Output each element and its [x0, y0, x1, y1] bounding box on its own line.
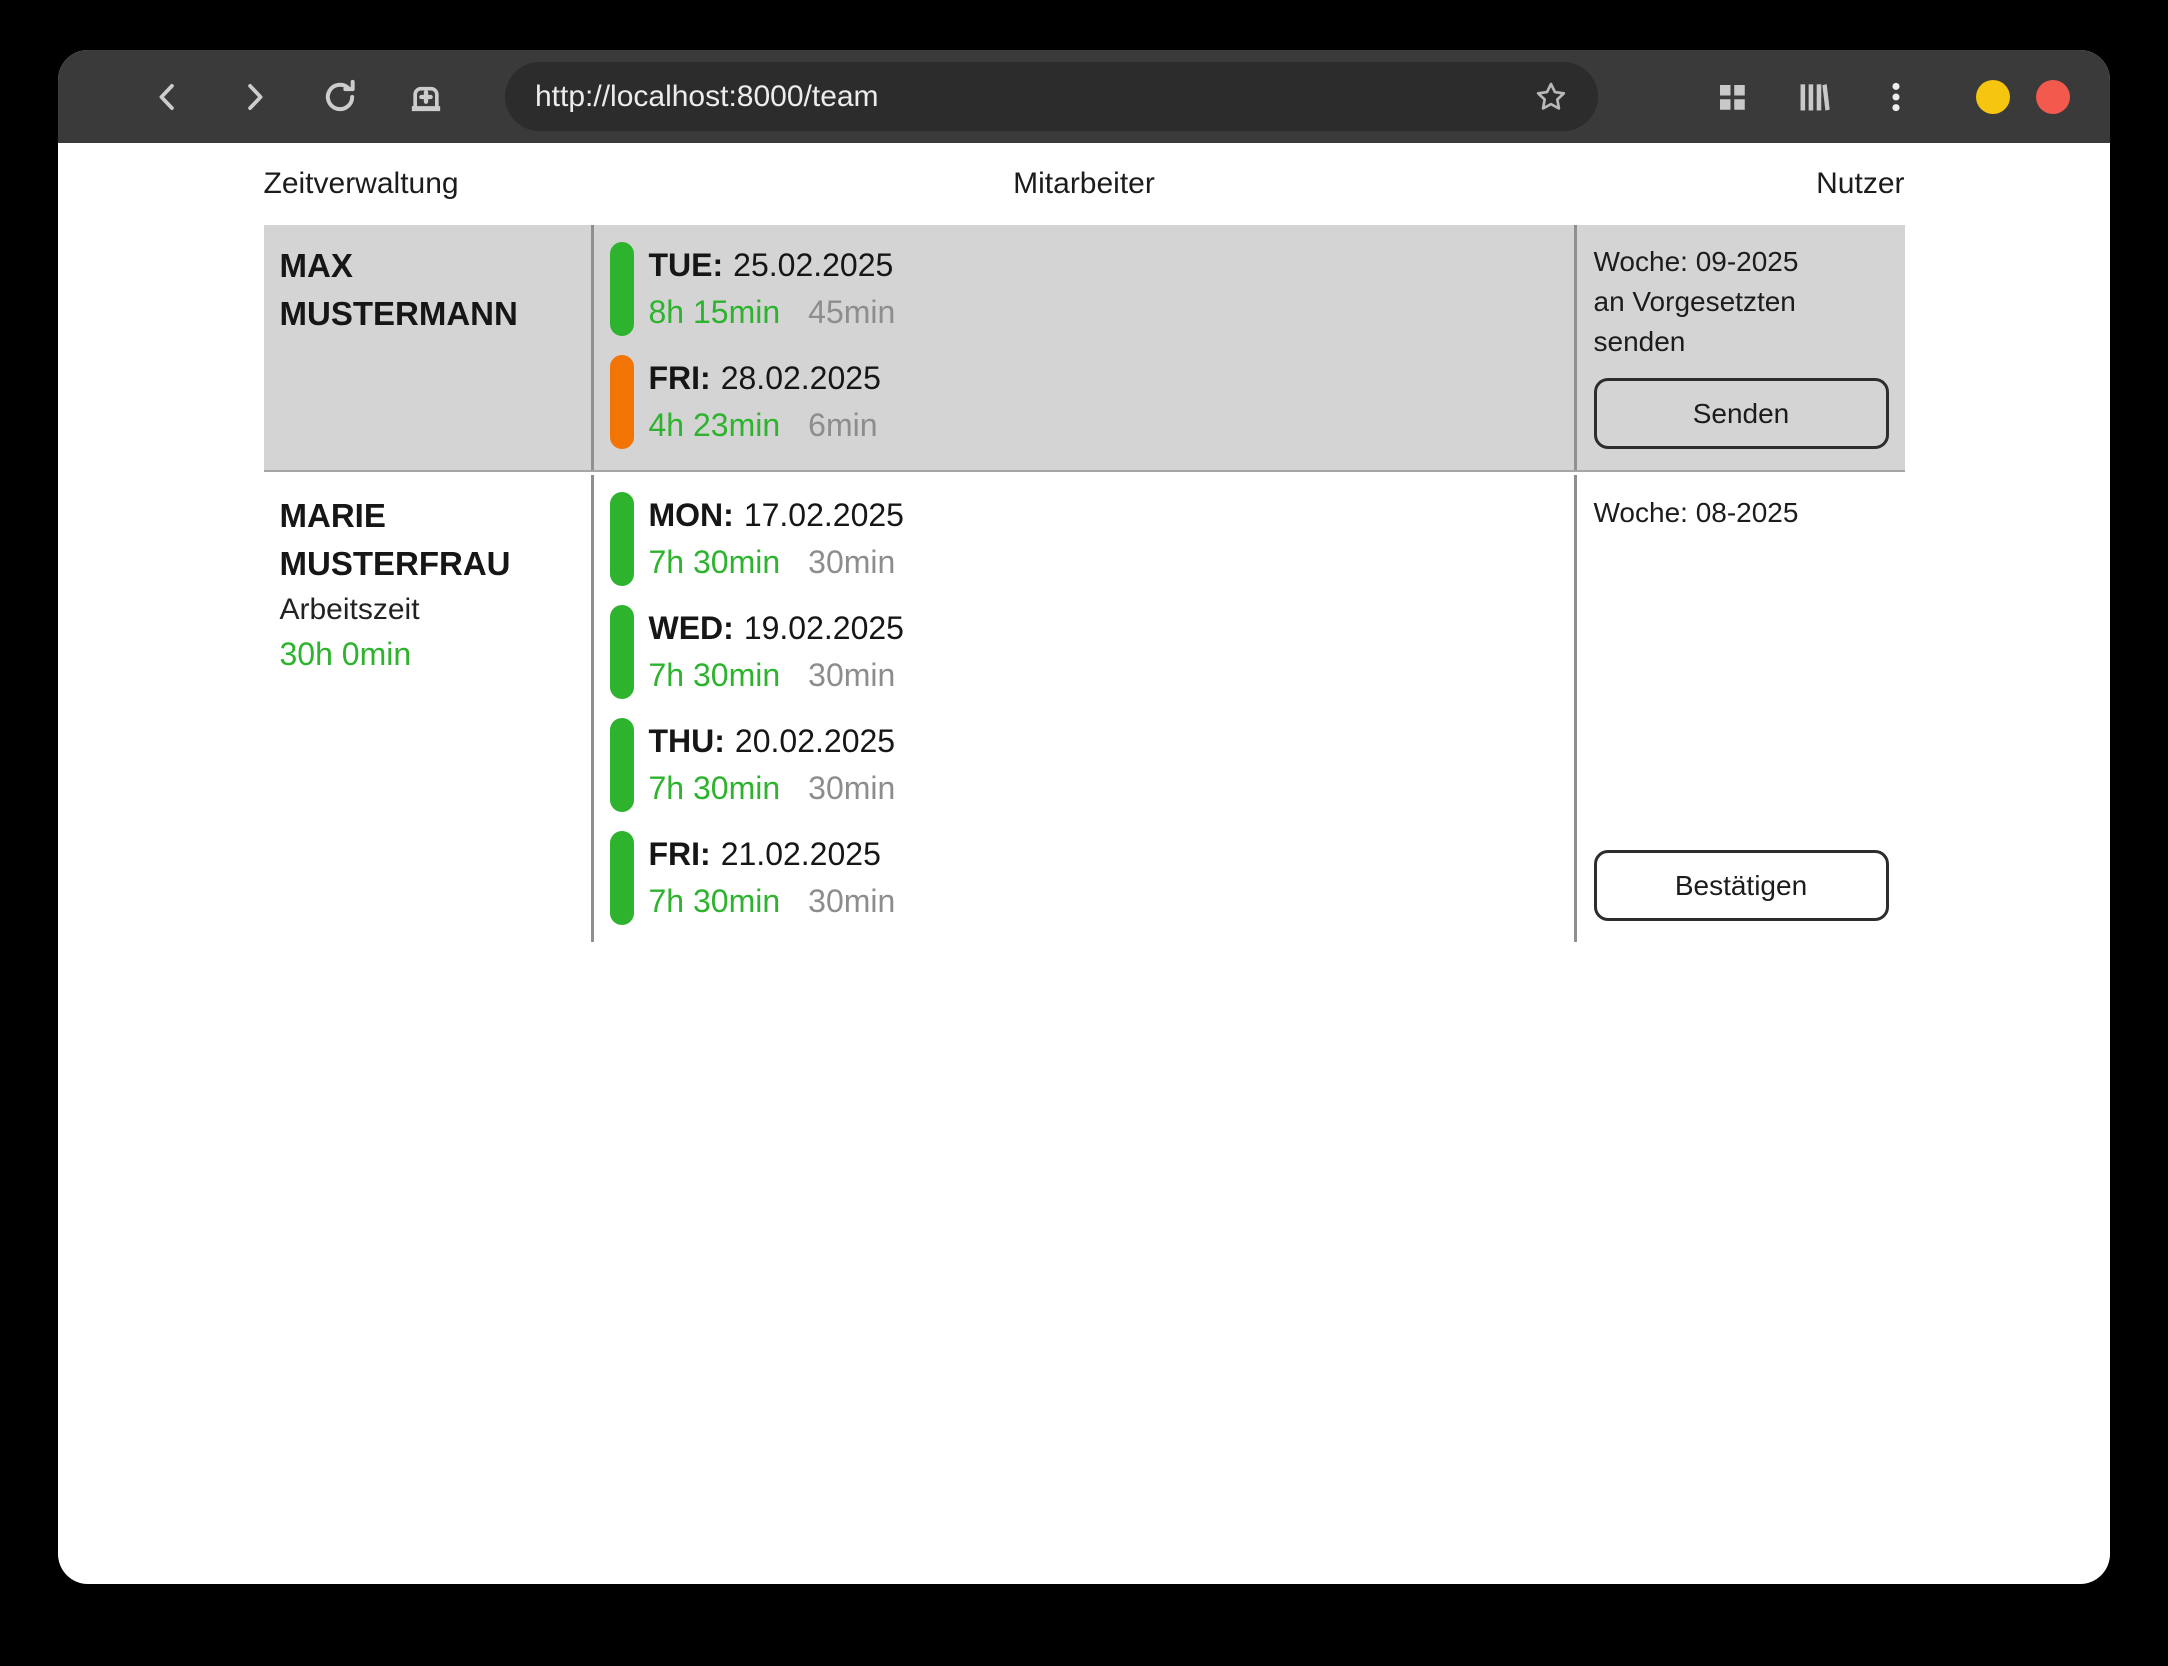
employee-name-cell: MARIEMUSTERFRAUArbeitszeit30h 0min — [264, 475, 591, 942]
back-icon[interactable] — [146, 75, 190, 119]
week-label: Woche: 09-2025an Vorgesetztensenden — [1594, 242, 1905, 362]
entry-break-time: 45min — [808, 294, 895, 330]
time-entries-cell: MON: 17.02.2025 7h 30min 30min WED: 19.02.2… — [591, 475, 1574, 942]
worktime-label: Arbeitszeit — [280, 588, 581, 632]
day-entry: FRI: 28.02.2025 4h 23min 6min — [610, 355, 1574, 449]
entry-date: 17.02.2025 — [744, 497, 904, 533]
entry-worked-time: 8h 15min — [649, 294, 781, 330]
new-tab-icon[interactable] — [404, 75, 448, 119]
entry-day: TUE: — [649, 247, 724, 283]
status-pill-icon — [610, 605, 634, 699]
library-icon[interactable] — [1792, 75, 1836, 119]
entry-day: FRI: — [649, 836, 711, 872]
employee-name-line: MUSTERMANN — [280, 290, 581, 338]
entry-break-time: 30min — [808, 770, 895, 806]
entry-worked-time: 7h 30min — [649, 883, 781, 919]
status-pill-icon — [610, 492, 634, 586]
status-pill-icon — [610, 242, 634, 336]
day-entry: TUE:25.02.2025 8h 15min 45min — [610, 242, 1574, 336]
url-text[interactable]: http://localhost:8000/team — [535, 80, 879, 114]
entry-day: MON: — [649, 497, 734, 533]
entry-break-time: 30min — [808, 544, 895, 580]
entry-day: WED: — [649, 610, 734, 646]
week-label-line: Woche: 09-2025 — [1594, 242, 1905, 282]
employee-name-line: MUSTERFRAU — [280, 540, 581, 588]
employee-name-cell: MAXMUSTERMANN — [264, 225, 591, 470]
browser-toolbar: http://localhost:8000/team — [58, 50, 2110, 143]
entry-worked-time: 7h 30min — [649, 544, 781, 580]
entry-date: 25.02.2025 — [733, 247, 893, 283]
status-pill-icon — [610, 355, 634, 449]
entry-day: FRI: — [649, 360, 711, 396]
employee-name-line: MAX — [280, 242, 581, 290]
employee-name-line: MARIE — [280, 492, 581, 540]
time-entries-cell: TUE:25.02.2025 8h 15min 45min FRI: 28.02.2… — [591, 225, 1574, 470]
day-entry: THU: 20.02.2025 7h 30min 30min — [610, 718, 1574, 812]
day-entry: FRI: 21.02.2025 7h 30min 30min — [610, 831, 1574, 925]
week-action-button[interactable]: Bestätigen — [1594, 850, 1889, 921]
nav-mitarbeiter[interactable]: Mitarbeiter — [811, 167, 1358, 201]
browser-window: http://localhost:8000/team — [58, 50, 2110, 1584]
worktime-value: 30h 0min — [280, 632, 581, 676]
week-action-button[interactable]: Senden — [1594, 378, 1889, 449]
forward-icon[interactable] — [232, 75, 276, 119]
entry-date: 19.02.2025 — [744, 610, 904, 646]
entry-break-time: 6min — [808, 407, 877, 443]
reload-icon[interactable] — [318, 75, 362, 119]
minimize-button[interactable] — [1976, 80, 2010, 114]
day-entry: WED: 19.02.2025 7h 30min 30min — [610, 605, 1574, 699]
grid-apps-icon[interactable] — [1710, 75, 1754, 119]
entry-date: 20.02.2025 — [735, 723, 895, 759]
entry-date: 28.02.2025 — [721, 360, 881, 396]
entry-worked-time: 7h 30min — [649, 770, 781, 806]
entry-day: THU: — [649, 723, 725, 759]
kebab-menu-icon[interactable] — [1874, 75, 1918, 119]
status-pill-icon — [610, 718, 634, 812]
nav-zeitverwaltung[interactable]: Zeitverwaltung — [264, 167, 811, 201]
entry-date: 21.02.2025 — [721, 836, 881, 872]
employee-table: MAXMUSTERMANN TUE:25.02.2025 8h 15min 45m… — [264, 225, 1905, 942]
employee-row: MARIEMUSTERFRAUArbeitszeit30h 0min MON: 1… — [264, 475, 1905, 942]
week-status-cell: Woche: 09-2025an Vorgesetztensenden Send… — [1574, 225, 1905, 470]
entry-break-time: 30min — [808, 883, 895, 919]
entry-break-time: 30min — [808, 657, 895, 693]
day-entry: MON: 17.02.2025 7h 30min 30min — [610, 492, 1574, 586]
bookmark-star-icon[interactable] — [1532, 78, 1570, 116]
entry-worked-time: 4h 23min — [649, 407, 781, 443]
entry-worked-time: 7h 30min — [649, 657, 781, 693]
employee-row: MAXMUSTERMANN TUE:25.02.2025 8h 15min 45m… — [264, 225, 1905, 472]
status-pill-icon — [610, 831, 634, 925]
page-content: Zeitverwaltung Mitarbeiter Nutzer MAXMUS… — [264, 143, 1905, 942]
nav-nutzer[interactable]: Nutzer — [1358, 167, 1905, 201]
week-label-line: Woche: 08-2025 — [1594, 493, 1905, 533]
close-button[interactable] — [2036, 80, 2070, 114]
week-status-cell: Woche: 08-2025 Bestätigen — [1574, 475, 1905, 942]
week-label-line: an Vorgesetzten — [1594, 282, 1905, 322]
toolbar-right-icons — [1710, 75, 1918, 119]
url-bar[interactable]: http://localhost:8000/team — [505, 62, 1598, 131]
week-label-line: senden — [1594, 322, 1905, 362]
window-controls — [1976, 80, 2070, 114]
site-nav: Zeitverwaltung Mitarbeiter Nutzer — [264, 143, 1905, 225]
week-label: Woche: 08-2025 — [1594, 493, 1905, 533]
